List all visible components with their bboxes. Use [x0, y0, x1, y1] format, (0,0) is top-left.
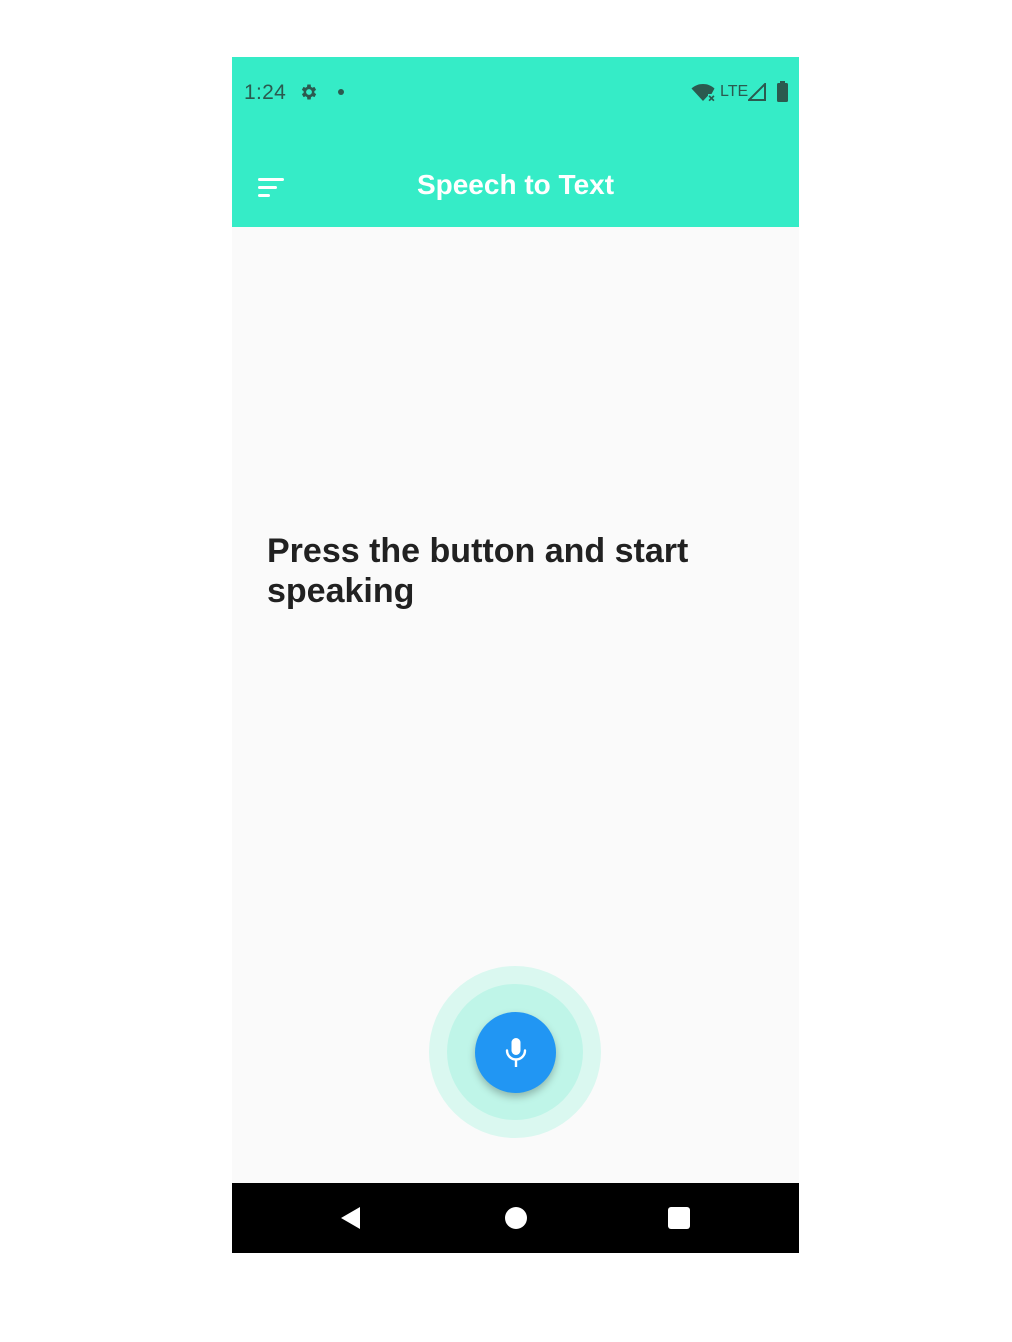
microphone-icon — [505, 1038, 527, 1067]
app-screen: 1:24 LTE Speech to Text Press the button — [232, 57, 799, 1253]
back-icon[interactable] — [339, 1206, 363, 1230]
mic-button[interactable] — [475, 1012, 556, 1093]
wifi-off-icon — [691, 84, 715, 102]
prompt-text: Press the button and start speaking — [267, 532, 689, 610]
recents-icon[interactable] — [668, 1207, 690, 1229]
battery-icon — [777, 81, 788, 102]
gear-icon — [301, 84, 317, 100]
signal-icon — [748, 83, 766, 101]
status-time: 1:24 — [244, 81, 287, 104]
home-icon[interactable] — [505, 1207, 527, 1229]
app-title: Speech to Text — [416, 169, 615, 200]
app-bar: 1:24 LTE Speech to Text — [232, 57, 799, 227]
system-nav-bar — [232, 1183, 799, 1253]
notification-dot-icon — [338, 89, 344, 95]
network-type-label: LTE — [720, 83, 749, 100]
